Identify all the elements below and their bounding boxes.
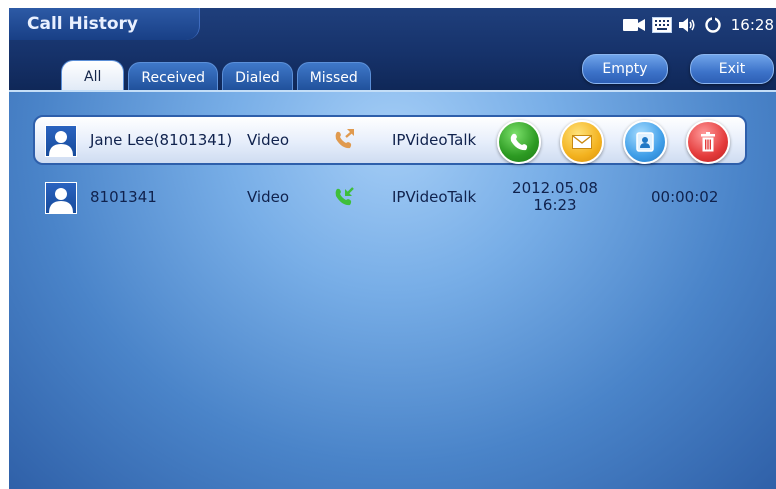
person-icon [49, 131, 73, 156]
call-mode: Video [247, 188, 290, 206]
contact-name: Jane Lee(8101341) [90, 131, 233, 149]
tab-dialed[interactable]: Dialed [222, 62, 293, 92]
call-duration: 00:00:02 [651, 188, 719, 206]
call-history-window: Call History 16:28 All Received Dialed M… [9, 8, 776, 489]
status-bar: 16:28 [622, 8, 776, 42]
network-name: IPVideoTalk [392, 131, 477, 149]
delete-button[interactable] [686, 120, 730, 164]
phone-icon [510, 133, 528, 151]
title-tab: Call History [9, 8, 200, 40]
speaker-icon [678, 18, 695, 32]
contact-card-icon [636, 132, 654, 152]
tab-missed[interactable]: Missed [296, 62, 371, 92]
page-title: Call History [27, 14, 138, 34]
call-button[interactable] [497, 120, 541, 164]
empty-button[interactable]: Empty [582, 54, 668, 84]
contact-button[interactable] [623, 120, 667, 164]
sync-icon [705, 16, 721, 33]
call-time: 16:23 [533, 196, 577, 214]
envelope-icon [572, 135, 592, 149]
network-name: IPVideoTalk [392, 188, 477, 206]
camera-icon [622, 19, 645, 31]
avatar [45, 125, 77, 157]
tab-received[interactable]: Received [128, 62, 219, 92]
person-icon [49, 188, 73, 213]
incoming-call-icon [333, 174, 357, 220]
exit-button[interactable]: Exit [690, 54, 774, 84]
message-button[interactable] [560, 120, 604, 164]
call-row-selected[interactable]: Jane Lee(8101341) Video IPVideoTalk [33, 115, 747, 165]
tab-all[interactable]: All [61, 60, 125, 92]
contact-name: 8101341 [90, 188, 157, 206]
header-bar: Call History 16:28 All Received Dialed M… [9, 8, 776, 92]
call-datetime: 2012.05.08 16:23 [501, 174, 609, 220]
avatar [45, 182, 77, 214]
outgoing-call-icon [333, 117, 357, 163]
keyboard-icon [651, 17, 672, 33]
call-row[interactable]: 8101341 Video IPVideoTalk 2012.05.08 16:… [33, 174, 747, 224]
clock: 16:28 [730, 16, 774, 34]
call-list: Jane Lee(8101341) Video IPVideoTalk 8101… [9, 90, 776, 489]
call-mode: Video [247, 131, 290, 149]
call-date: 2012.05.08 [512, 179, 598, 197]
tab-bar: All Received Dialed Missed [61, 58, 371, 92]
trash-icon [701, 132, 715, 152]
